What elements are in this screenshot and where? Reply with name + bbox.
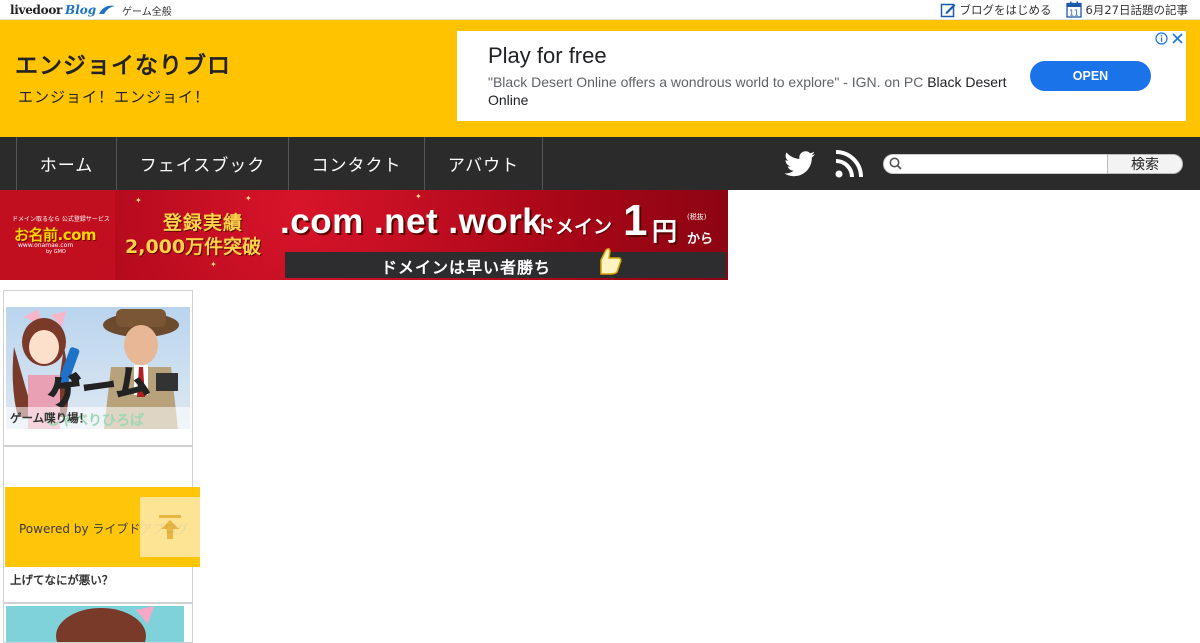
livedoor-blog-logo[interactable]: livedoor Blog [10, 2, 116, 18]
sidebar-card[interactable]: ゲーム しゃべりひろば ゲーム喋り場！ [3, 290, 193, 446]
sparkle-decoration: ✦ [415, 192, 422, 201]
nav-item-facebook[interactable]: フェイスブック [117, 137, 289, 190]
banner-brand-panel: ドメイン取るなら 公式登録サービス お名前.com www.onamae.com… [0, 190, 115, 280]
ad-title[interactable]: Play for free [488, 43, 607, 69]
banner-domain-word: ドメイン [536, 216, 613, 238]
ad-quote: "Black Desert Online offers a wondrous w… [488, 74, 924, 90]
search-input[interactable] [883, 154, 1108, 174]
category-link[interactable]: ゲーム全般 [122, 3, 172, 18]
banner-price-suffix: から [687, 232, 714, 247]
trending-label: 6月27日話題の記事 [1085, 2, 1188, 17]
back-to-top-button[interactable] [140, 497, 200, 557]
ad-open-button[interactable]: OPEN [1030, 61, 1151, 91]
sparkle-decoration: ✦ [210, 260, 217, 269]
nav-menu: ホーム フェイスブック コンタクト アバウト [16, 137, 543, 190]
rss-icon[interactable] [835, 150, 863, 178]
card-thumbnail [6, 606, 184, 642]
card-caption[interactable]: 上げてなにが悪い？ [10, 572, 113, 588]
onamae-banner-ad[interactable]: ドメイン取るなら 公式登録サービス お名前.com www.onamae.com… [0, 190, 728, 280]
start-blog-label: ブログをはじめる [959, 2, 1052, 17]
banner-brand-url: www.onamae.com [18, 242, 74, 249]
banner-small-text: ドメイン取るなら 公式登録サービス [12, 216, 110, 223]
ad-text: "Black Desert Online offers a wondrous w… [488, 73, 1008, 109]
site-description: エンジョイ！エンジョイ！ [18, 88, 211, 106]
global-nav: ホーム フェイスブック コンタクト アバウト 検索 [0, 137, 1200, 190]
sparkle-decoration: ✦ [135, 196, 142, 205]
banner-brand-group: by GMO [46, 249, 66, 255]
search-button[interactable]: 検索 [1107, 154, 1183, 174]
magnifier-icon [889, 157, 902, 170]
calendar-day: 11 [1069, 8, 1079, 17]
twitter-bird-icon[interactable] [784, 151, 816, 177]
dolphin-logo-icon [99, 5, 116, 14]
card-caption[interactable]: ゲーム喋り場！ [10, 410, 90, 426]
logo-livedoor-text: livedoor [10, 3, 63, 17]
banner-registrations-line1: 登録実績 [163, 212, 244, 234]
arrow-to-top-icon [159, 515, 181, 539]
banner-price-unit: 円 [652, 217, 678, 246]
display-ad[interactable]: Play for free "Black Desert Online offer… [457, 31, 1186, 121]
site-header: エンジョイなりブロ エンジョイ！エンジョイ！ Play for free "Bl… [0, 20, 1200, 137]
nav-item-contact[interactable]: コンタクト [289, 137, 425, 190]
banner-tagline: ドメインは早い者勝ち [381, 258, 552, 277]
nav-item-about[interactable]: アバウト [425, 137, 543, 190]
banner-price-number: 1 [623, 196, 648, 245]
nav-item-home[interactable]: ホーム [17, 137, 117, 190]
start-blog-link[interactable]: ブログをはじめる [940, 2, 1052, 18]
banner-main: ✦ ✦ ✦ ✦ 登録実績 2,000万件突破 .com .net .work ド… [115, 190, 728, 280]
site-title[interactable]: エンジョイなりブロ [15, 46, 231, 80]
sparkle-decoration: ✦ [245, 194, 252, 203]
banner-tax-note: (税抜) [687, 213, 707, 221]
banner-domains: .com .net .work [280, 202, 543, 241]
banner-registrations-line2: 2,000万件突破 [125, 236, 262, 258]
sidebar-card[interactable] [3, 603, 193, 643]
logo-blog-text: Blog [65, 3, 97, 17]
close-x-icon[interactable] [1171, 32, 1184, 45]
livedoor-topbar: livedoor Blog ゲーム全般 ブログをはじめる 11 6月27日話題の… [0, 0, 1200, 20]
calendar-icon: 11 [1065, 1, 1082, 18]
thumbs-up-icon [600, 247, 622, 275]
pencil-square-icon [940, 3, 956, 17]
trending-articles-link[interactable]: 11 6月27日話題の記事 [1065, 1, 1188, 18]
info-icon[interactable] [1155, 32, 1168, 45]
search-form: 検索 [883, 154, 1183, 174]
